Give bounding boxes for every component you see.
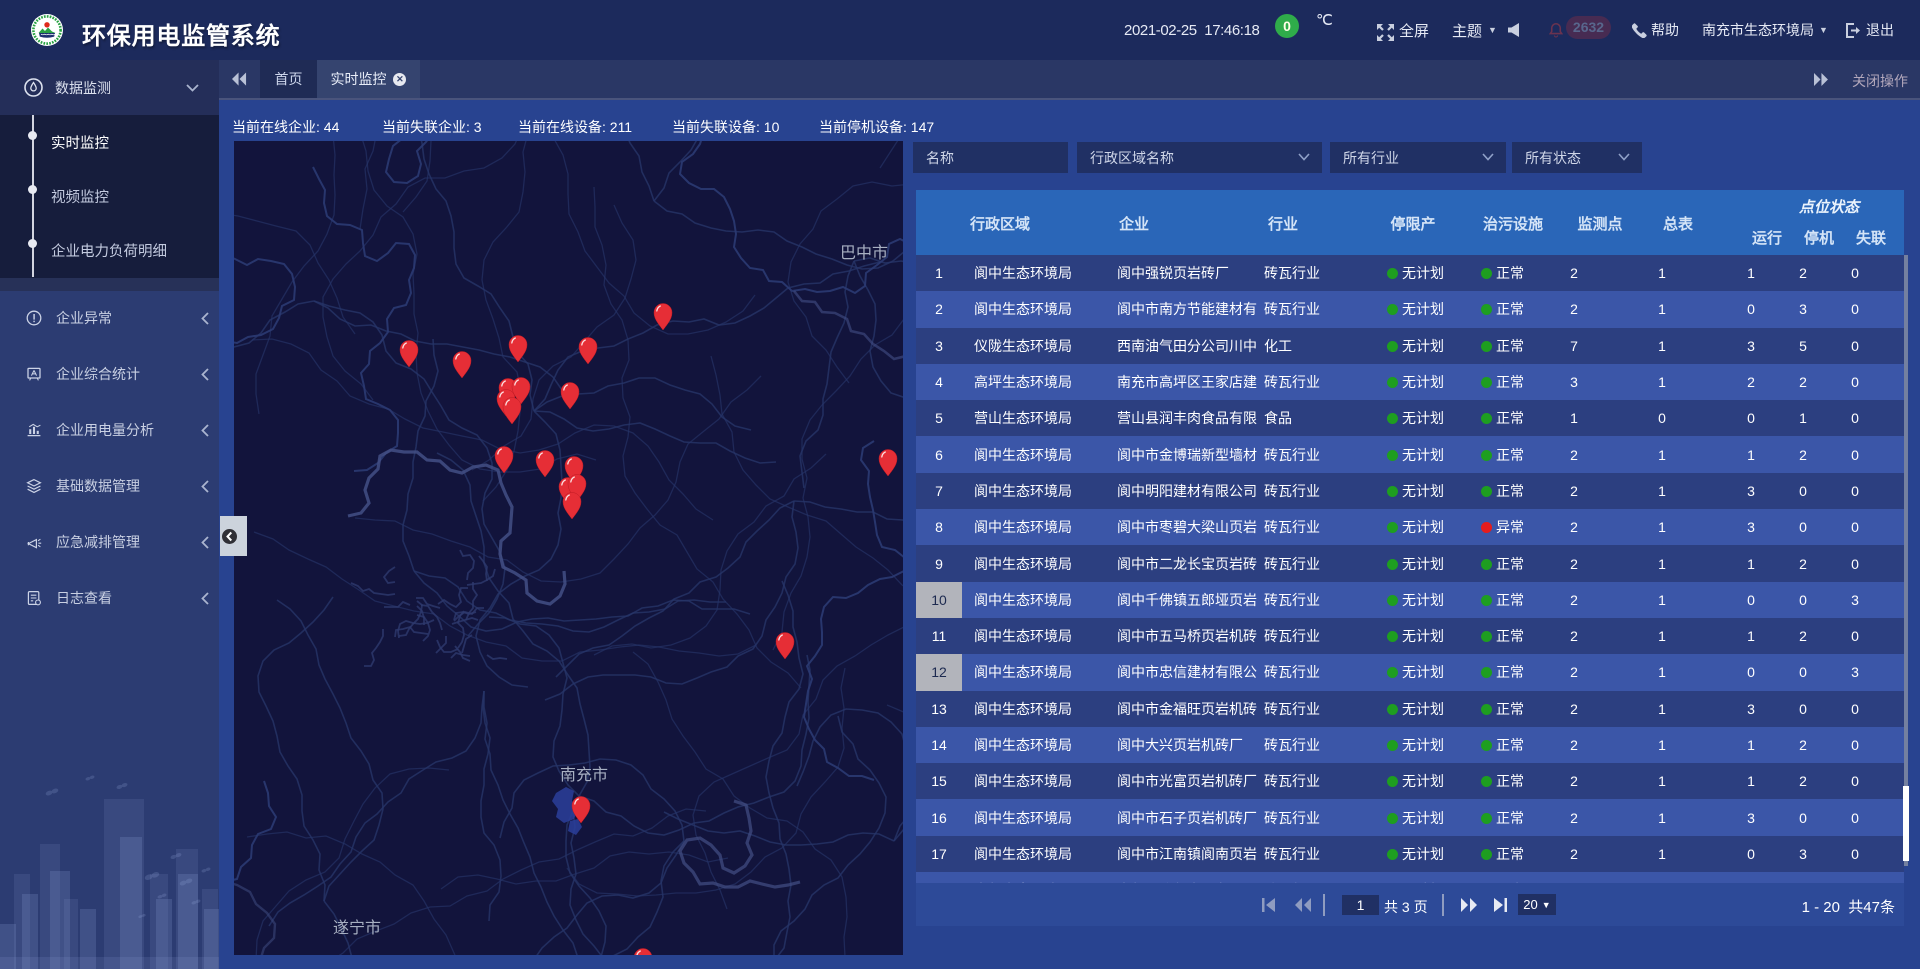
- svg-text:南充市: 南充市: [560, 766, 608, 784]
- svg-text:巴中市: 巴中市: [840, 244, 888, 262]
- svg-text:遂宁市: 遂宁市: [333, 919, 381, 937]
